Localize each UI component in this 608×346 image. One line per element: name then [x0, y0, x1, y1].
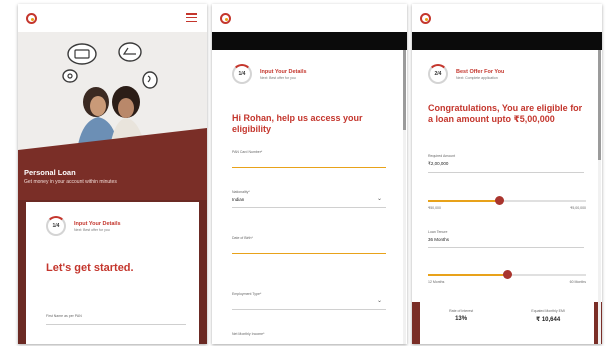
amount-slider-handle[interactable] [495, 196, 505, 205]
loan-tenure-value: 36 Months [428, 237, 450, 242]
tenure-slider-fill [428, 274, 507, 276]
required-amount-field[interactable]: Required Amount ₹2,00,000 [428, 154, 584, 173]
step-progress-ring: 1/4 [46, 216, 66, 236]
loan-banner: Personal Loan Get money in your account … [18, 162, 207, 200]
step-next: Next: Best offer for you [260, 75, 296, 80]
scrollbar-thumb[interactable] [403, 50, 406, 130]
step-next: Next: Best offer for you [74, 227, 110, 232]
scrollbar-thumb[interactable] [598, 50, 601, 160]
step-indicator: 1/4 Input Your Details Next: Best offer … [46, 216, 121, 236]
monthly-income-field[interactable]: Net Monthly Income* [232, 332, 386, 336]
step-title: Input Your Details [74, 220, 121, 227]
logo-mark-icon [220, 12, 231, 24]
phone-screen-personal-loan: Personal Loan Get money in your account … [18, 4, 207, 344]
form-body: 1/4 Input Your Details Next: Best offer … [212, 50, 407, 344]
phone-screen-best-offer: 2/4 Best Offer For You Next: Complete ap… [412, 4, 602, 344]
required-amount-value: ₹2,00,000 [428, 161, 449, 166]
step-title: Best Offer For You [456, 68, 505, 75]
brand-logo[interactable] [220, 12, 234, 24]
logo-mark-icon [420, 12, 431, 24]
phone-screen-eligibility: 1/4 Input Your Details Next: Best offer … [212, 4, 407, 344]
loan-summary-card: Rate of Interest 13% Equated Monthly EMI… [420, 302, 594, 344]
app-header [212, 4, 407, 32]
emi-summary: Equated Monthly EMI ₹ 10,644 [531, 309, 565, 323]
first-name-underline [46, 324, 186, 325]
screenshot-stage: Personal Loan Get money in your account … [0, 0, 608, 346]
banner-title: Personal Loan [24, 168, 76, 177]
interest-rate-summary: Rate of Interest 13% [449, 309, 474, 322]
step-title: Input Your Details [260, 68, 307, 75]
first-name-field[interactable]: First Name as per PAN [46, 314, 82, 318]
scrollbar[interactable] [598, 50, 601, 344]
page-heading: Hi Rohan, help us access your eligibilit… [232, 113, 363, 134]
app-header [412, 4, 602, 32]
pan-field[interactable]: PAN Card Number* [232, 150, 386, 168]
step-indicator: 1/4 Input Your Details Next: Best offer … [232, 64, 307, 84]
tenure-slider-handle[interactable] [503, 270, 512, 279]
logo-mark-icon [26, 12, 37, 24]
emi-value: ₹ 10,644 [536, 317, 561, 323]
step-indicator: 2/4 Best Offer For You Next: Complete ap… [428, 64, 504, 84]
app-header [18, 4, 207, 32]
offer-body: 2/4 Best Offer For You Next: Complete ap… [412, 50, 602, 344]
scrollbar[interactable] [403, 50, 406, 344]
brand-logo[interactable] [26, 12, 40, 24]
amount-slider-fill [428, 200, 500, 202]
page-heading: Let's get started. [46, 262, 134, 274]
step-next: Next: Complete application [456, 75, 498, 80]
header-band [412, 32, 602, 50]
brand-logo[interactable] [420, 12, 434, 24]
amount-slider[interactable]: ₹50,000 ₹5,00,000 [428, 196, 586, 210]
loan-tenure-field[interactable]: Loan Tenure 36 Months [428, 230, 584, 248]
employment-type-select[interactable]: Employment Type* ⌄ [232, 292, 386, 310]
step-progress-ring: 2/4 [428, 64, 448, 84]
hamburger-menu-icon[interactable] [186, 13, 197, 22]
eligibility-message: Congratulations, You are eligible for a … [428, 103, 583, 124]
chevron-down-icon: ⌄ [376, 298, 382, 304]
nationality-select[interactable]: Nationality* Indian ⌄ [232, 190, 386, 208]
couple-photo [18, 32, 207, 162]
banner-subtitle: Get money in your account within minutes [24, 179, 117, 185]
tenure-slider[interactable]: 12 Months 60 Months [428, 270, 586, 284]
chevron-down-icon: ⌄ [376, 196, 382, 202]
step-progress-ring: 1/4 [232, 64, 252, 84]
details-card: 1/4 Input Your Details Next: Best offer … [26, 202, 199, 344]
header-band [212, 32, 407, 50]
interest-rate-value: 13% [455, 316, 468, 322]
hero-illustration [18, 32, 207, 162]
dob-field[interactable]: Date of Birth* [232, 236, 386, 254]
